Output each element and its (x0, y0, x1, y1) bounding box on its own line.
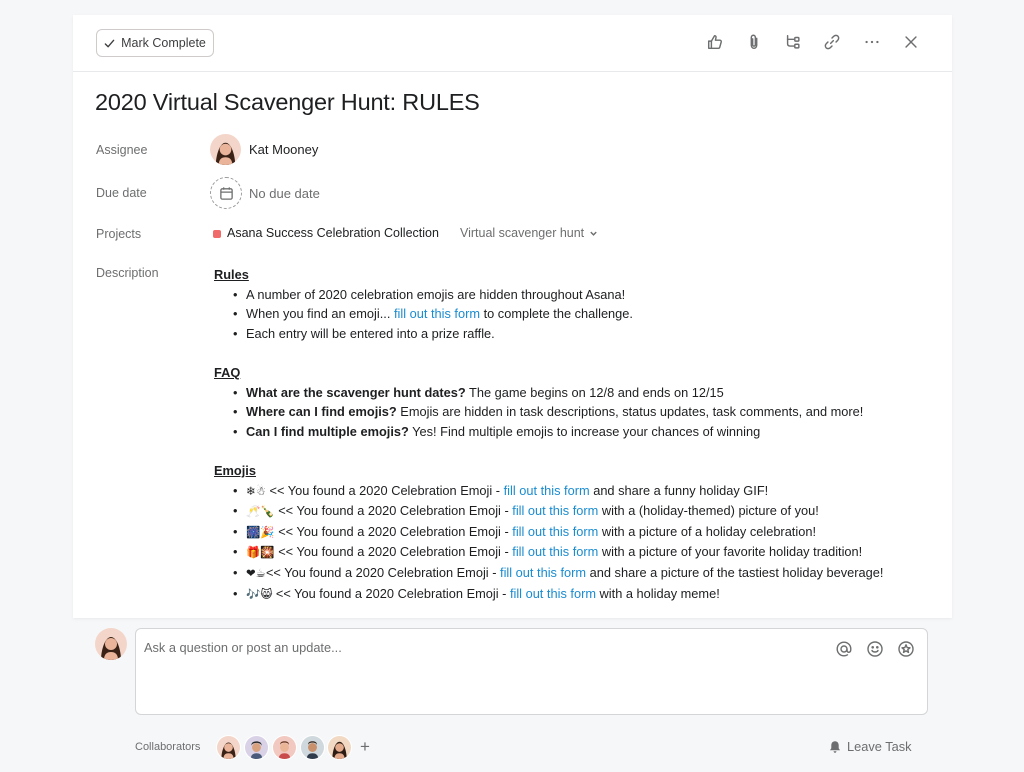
chevron-down-icon (590, 231, 597, 236)
faq-answer: Emojis are hidden in task descriptions, … (396, 404, 864, 420)
task-detail-pane: Mark Complete 2020 Virtual Scavenger Hun… (73, 15, 952, 618)
rules-list: A number of 2020 celebration emojis are … (214, 285, 934, 344)
faq-question: Can I find multiple emojis? (246, 423, 409, 439)
list-item: ❄☃ << You found a 2020 Celebration Emoji… (231, 481, 934, 502)
description-body[interactable]: Rules A number of 2020 celebration emoji… (214, 265, 934, 604)
attachment-icon[interactable] (744, 32, 764, 52)
emoji-pair: ❤☕ (246, 565, 266, 580)
assignee-label: Assignee (96, 143, 148, 157)
faq-answer: The game begins on 12/8 and ends on 12/1… (465, 384, 724, 400)
list-item: 🎁🎇 << You found a 2020 Celebration Emoji… (231, 542, 934, 563)
close-icon[interactable] (901, 32, 921, 52)
rule-text: A number of 2020 celebration emojis are … (246, 286, 626, 302)
form-link[interactable]: fill out this form (512, 524, 598, 539)
check-icon (104, 39, 115, 47)
faq-heading: FAQ (214, 364, 241, 380)
form-link[interactable]: fill out this form (394, 306, 480, 321)
faq-question: What are the scavenger hunt dates? (246, 384, 466, 400)
emoji-pair: 🎆🎉 (246, 524, 275, 539)
emoji-text: << You found a 2020 Celebration Emoji - (274, 523, 513, 539)
due-date-label: Due date (96, 186, 147, 200)
form-link[interactable]: fill out this form (512, 503, 598, 518)
rule-text: Each entry will be entered into a prize … (246, 325, 495, 341)
collaborator-avatar[interactable] (216, 735, 241, 760)
emojis-list: ❄☃ << You found a 2020 Celebration Emoji… (214, 481, 934, 605)
emoji-pair: ❄☃ (246, 483, 266, 498)
emoji-text: << You found a 2020 Celebration Emoji - (272, 585, 510, 601)
list-item: When you find an emoji... fill out this … (231, 304, 934, 324)
list-item: ❤☕<< You found a 2020 Celebration Emoji … (231, 563, 934, 584)
collaborator-avatar[interactable] (272, 735, 297, 760)
emoji-text: and share a funny holiday GIF! (589, 482, 769, 498)
project-section-dropdown[interactable]: Virtual scavenger hunt (460, 226, 598, 240)
list-item: Can I find multiple emojis? Yes! Find mu… (231, 422, 934, 442)
assignee-name[interactable]: Kat Mooney (249, 142, 318, 157)
bell-icon (830, 740, 840, 753)
more-icon[interactable] (862, 32, 882, 52)
add-collaborator-button[interactable]: + (360, 737, 370, 757)
emoji-text: with a picture of your favorite holiday … (598, 544, 863, 560)
list-item: 🥂🍾 << You found a 2020 Celebration Emoji… (231, 501, 934, 522)
comment-placeholder: Ask a question or post an update... (144, 640, 342, 655)
list-item: Where can I find emojis? Emojis are hidd… (231, 402, 934, 422)
collaborator-avatar[interactable] (244, 735, 269, 760)
form-link[interactable]: fill out this form (500, 565, 586, 580)
subtask-icon[interactable] (783, 32, 803, 52)
projects-label: Projects (96, 227, 142, 241)
list-item: 🎆🎉 << You found a 2020 Celebration Emoji… (231, 522, 934, 543)
emoji-icon[interactable] (866, 640, 884, 658)
emoji-text: with a holiday meme! (596, 585, 720, 601)
assignee-avatar[interactable] (210, 134, 241, 165)
task-toolbar: Mark Complete (73, 15, 952, 72)
emoji-text: << You found a 2020 Celebration Emoji - (265, 482, 504, 498)
leave-task-button[interactable]: Leave Task (828, 739, 912, 754)
leave-task-label: Leave Task (847, 739, 912, 754)
rules-heading: Rules (214, 267, 249, 282)
mention-icon[interactable] (835, 640, 853, 658)
list-item: What are the scavenger hunt dates? The g… (231, 383, 934, 403)
task-title[interactable]: 2020 Virtual Scavenger Hunt: RULES (95, 89, 480, 116)
faq-question: Where can I find emojis? (246, 404, 397, 420)
list-item: Each entry will be entered into a prize … (231, 324, 934, 344)
rule-text: When you find an emoji... (246, 306, 394, 322)
collaborator-avatar[interactable] (300, 735, 325, 760)
mark-complete-label: Mark Complete (121, 36, 206, 50)
emoji-pair: 🎶😸 (246, 586, 273, 601)
due-date-button[interactable] (210, 177, 242, 209)
project-name[interactable]: Asana Success Celebration Collection (227, 226, 439, 240)
calendar-icon (219, 186, 233, 200)
emoji-text: with a (holiday-themed) picture of you! (598, 503, 819, 519)
mark-complete-button[interactable]: Mark Complete (96, 29, 214, 57)
emoji-text: << You found a 2020 Celebration Emoji - (274, 544, 513, 560)
project-color-dot (213, 230, 221, 238)
project-section-label: Virtual scavenger hunt (460, 226, 585, 240)
list-item: A number of 2020 celebration emojis are … (231, 285, 934, 305)
rule-text: to complete the challenge. (480, 306, 633, 322)
link-icon[interactable] (822, 32, 842, 52)
emoji-text: with a picture of a holiday celebration! (598, 523, 817, 539)
collaborator-avatar[interactable] (327, 735, 352, 760)
emojis-heading: Emojis (214, 462, 256, 478)
list-item: 🎶😸 << You found a 2020 Celebration Emoji… (231, 584, 934, 605)
emoji-text: and share a picture of the tastiest holi… (586, 564, 884, 580)
emoji-text: << You found a 2020 Celebration Emoji - (274, 503, 513, 519)
emoji-text: << You found a 2020 Celebration Emoji - (265, 564, 501, 580)
form-link[interactable]: fill out this form (504, 483, 590, 498)
faq-list: What are the scavenger hunt dates? The g… (214, 383, 934, 442)
form-link[interactable]: fill out this form (510, 586, 596, 601)
description-label: Description (96, 266, 159, 280)
due-date-value[interactable]: No due date (249, 186, 320, 201)
like-icon[interactable] (705, 32, 725, 52)
form-link[interactable]: fill out this form (512, 544, 598, 559)
appreciation-star-icon[interactable] (897, 640, 915, 658)
current-user-avatar (95, 628, 127, 660)
faq-answer: Yes! Find multiple emojis to increase yo… (408, 423, 761, 439)
emoji-pair: 🎁🎇 (246, 545, 275, 560)
comment-input[interactable]: Ask a question or post an update... (135, 628, 928, 715)
collaborators-label: Collaborators (135, 741, 201, 753)
emoji-pair: 🥂🍾 (246, 504, 275, 519)
